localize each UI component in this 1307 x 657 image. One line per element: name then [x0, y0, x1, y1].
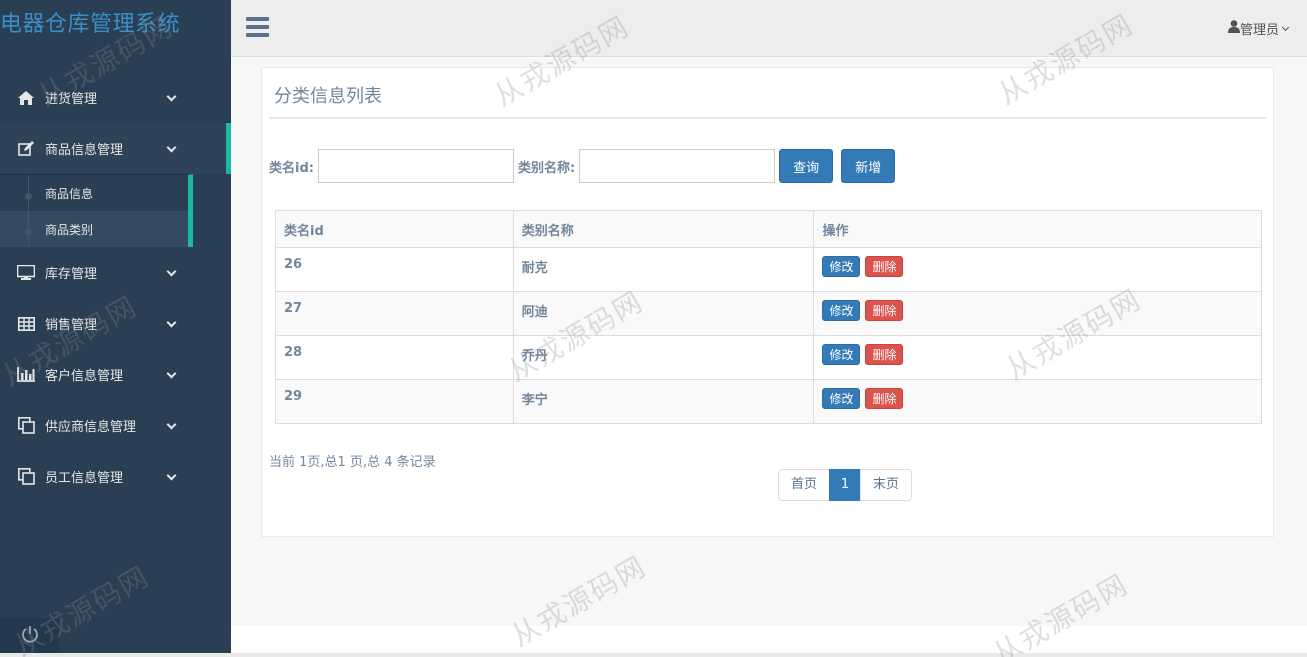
sidebar-menu: 进货管理 商品信息管理 商品信息 商品类别 库存管理 销售管理 客户信息管理 供…	[0, 72, 231, 502]
bottom-border	[0, 653, 1307, 657]
table-row: 26 耐克 修改 删除	[275, 247, 1262, 292]
delete-button[interactable]: 删除	[865, 300, 904, 321]
edit-button[interactable]: 修改	[822, 256, 861, 277]
bar-chart-icon	[16, 367, 36, 383]
chevron-down-icon	[1281, 23, 1290, 31]
sidebar-subitem-product[interactable]: 商品信息	[0, 175, 188, 211]
last-page-button[interactable]: 末页	[860, 469, 912, 501]
cell-actions: 修改 删除	[813, 247, 1262, 292]
cell-id: 27	[275, 291, 514, 336]
chevron-down-icon	[166, 142, 177, 152]
sidebar-item-supplier[interactable]: 供应商信息管理	[0, 400, 231, 451]
sidebar-item-product-info[interactable]: 商品信息管理	[0, 123, 231, 174]
sidebar-item-label: 库存管理	[45, 267, 98, 282]
sidebar-subitem-category[interactable]: 商品类别	[0, 211, 188, 247]
delete-button[interactable]: 删除	[865, 344, 904, 365]
edit-button[interactable]: 修改	[822, 388, 861, 409]
category-name-label: 类别名称:	[517, 160, 576, 176]
cell-id: 29	[275, 379, 514, 424]
clone-icon	[16, 417, 36, 434]
cell-actions: 修改 删除	[813, 335, 1262, 380]
panel-title: 分类信息列表	[274, 86, 382, 107]
pagination-summary: 当前 1页,总1 页,总 4 条记录	[269, 455, 436, 470]
chevron-down-icon	[166, 470, 177, 480]
category-id-input[interactable]	[317, 149, 514, 183]
clone-icon	[16, 468, 36, 485]
chevron-down-icon	[166, 368, 177, 378]
delete-button[interactable]: 删除	[865, 388, 904, 409]
column-header-actions: 操作	[813, 210, 1262, 248]
cell-name: 乔丹	[512, 335, 815, 380]
edit-icon	[16, 141, 36, 157]
edit-button[interactable]: 修改	[822, 344, 861, 365]
hamburger-icon[interactable]	[246, 17, 269, 37]
column-header-name: 类别名称	[512, 210, 815, 248]
table-icon	[16, 316, 36, 332]
category-panel: 分类信息列表 类名id: 类别名称: 查询 新增 类名id 类别名称 操作 26…	[261, 67, 1274, 537]
sidebar-item-inventory[interactable]: 库存管理	[0, 247, 231, 298]
logout-button[interactable]	[0, 618, 59, 653]
sidebar-item-label: 客户信息管理	[45, 369, 124, 384]
sidebar-item-label: 员工信息管理	[45, 471, 124, 486]
chevron-down-icon	[166, 419, 177, 429]
cell-name: 耐克	[512, 247, 815, 292]
sidebar-subitem-label: 商品类别	[45, 222, 94, 237]
table-row: 29 李宁 修改 删除	[275, 379, 1262, 424]
chevron-down-icon	[166, 317, 177, 327]
column-header-id: 类名id	[275, 210, 514, 248]
chevron-down-icon	[166, 266, 177, 276]
main-content: 分类信息列表 类名id: 类别名称: 查询 新增 类名id 类别名称 操作 26…	[231, 58, 1307, 626]
divider	[269, 117, 1266, 119]
table-header-row: 类名id 类别名称 操作	[275, 210, 1262, 248]
app-title: 电器仓库管理系统	[0, 12, 181, 37]
current-page-button[interactable]: 1	[829, 469, 861, 501]
home-icon	[16, 90, 36, 106]
category-name-input[interactable]	[579, 149, 776, 183]
sidebar: 电器仓库管理系统 进货管理 商品信息管理 商品信息 商品类别 库存管理 销售管理…	[0, 0, 231, 653]
user-name: 管理员	[1239, 23, 1279, 38]
sidebar-item-customer[interactable]: 客户信息管理	[0, 349, 231, 400]
delete-button[interactable]: 删除	[865, 256, 904, 277]
first-page-button[interactable]: 首页	[778, 469, 830, 501]
cell-actions: 修改 删除	[813, 379, 1262, 424]
cell-name: 阿迪	[512, 291, 815, 336]
sidebar-subitem-label: 商品信息	[45, 186, 94, 201]
sidebar-item-purchase[interactable]: 进货管理	[0, 72, 231, 123]
user-icon	[1227, 20, 1240, 37]
add-button[interactable]: 新增	[841, 149, 896, 183]
query-button[interactable]: 查询	[779, 149, 834, 183]
category-table: 类名id 类别名称 操作 26 耐克 修改 删除 27 阿迪 修改删除 28 乔…	[275, 210, 1262, 424]
sidebar-item-employee[interactable]: 员工信息管理	[0, 451, 231, 502]
chevron-down-icon	[166, 91, 177, 101]
power-icon	[21, 625, 39, 647]
edit-button[interactable]: 修改	[822, 300, 861, 321]
sidebar-item-label: 销售管理	[45, 318, 98, 333]
category-id-label: 类名id:	[269, 160, 314, 176]
cell-id: 26	[275, 247, 514, 292]
sidebar-item-label: 进货管理	[45, 92, 98, 107]
footer	[231, 626, 1307, 653]
sidebar-item-label: 商品信息管理	[45, 143, 124, 158]
search-form: 类名id: 类别名称: 查询 新增	[269, 149, 896, 183]
pagination: 首页 1 末页	[778, 469, 912, 501]
sidebar-item-sales[interactable]: 销售管理	[0, 298, 231, 349]
sidebar-item-label: 供应商信息管理	[45, 420, 137, 435]
desktop-icon	[16, 265, 36, 281]
cell-id: 28	[275, 335, 514, 380]
table-row: 27 阿迪 修改 删除	[275, 291, 1262, 336]
table-row: 28 乔丹 修改 删除	[275, 335, 1262, 380]
cell-actions: 修改 删除	[813, 291, 1262, 336]
top-nav: 管理员	[231, 0, 1307, 57]
user-menu[interactable]: 管理员	[1227, 19, 1290, 38]
cell-name: 李宁	[512, 379, 815, 424]
submenu-product-info: 商品信息 商品类别	[0, 174, 193, 247]
